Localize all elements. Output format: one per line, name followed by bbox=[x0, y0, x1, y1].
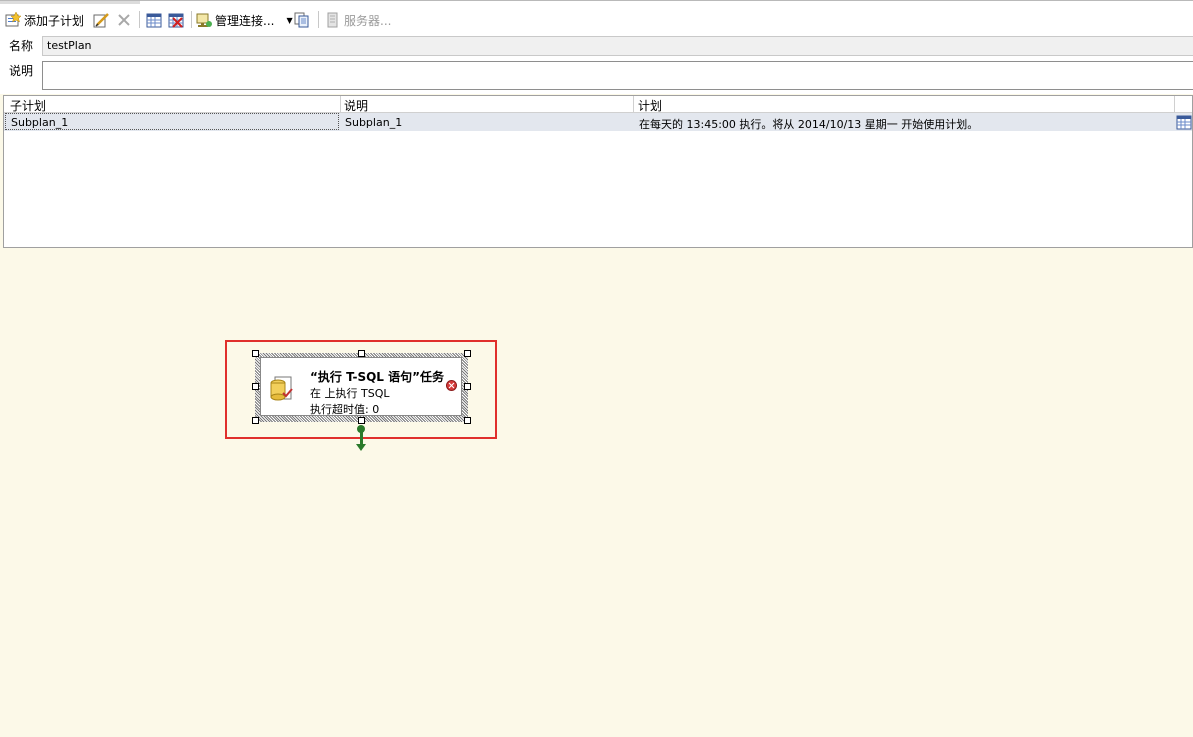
column-header-description[interactable]: 说明 bbox=[344, 97, 368, 114]
delete-icon bbox=[116, 12, 132, 28]
calendar-icon bbox=[146, 12, 162, 28]
column-header-schedule[interactable]: 计划 bbox=[638, 97, 662, 114]
toolbar: 添加子计划 管理连接... ▼ 服务器... bbox=[0, 0, 1193, 38]
add-subplan-button[interactable]: 添加子计划 bbox=[5, 10, 84, 30]
resize-handle[interactable] bbox=[252, 350, 259, 357]
servers-icon bbox=[325, 12, 341, 28]
toolbar-separator bbox=[191, 11, 192, 28]
column-header-subplan[interactable]: 子计划 bbox=[10, 97, 46, 114]
tsql-task-icon bbox=[267, 375, 297, 406]
resize-handle[interactable] bbox=[464, 417, 471, 424]
task-body[interactable]: “执行 T-SQL 语句”任务 在 上执行 TSQL 执行超时值: 0 bbox=[260, 357, 462, 416]
server-connection-icon bbox=[196, 12, 212, 28]
description-field[interactable] bbox=[42, 61, 1193, 90]
cell-description[interactable]: Subplan_1 bbox=[345, 116, 402, 129]
toolbar-separator bbox=[139, 11, 140, 28]
chevron-down-icon[interactable]: ▼ bbox=[286, 16, 292, 25]
tab-strip bbox=[0, 1, 140, 4]
calendar-icon bbox=[1176, 114, 1192, 130]
remove-schedule-button[interactable] bbox=[168, 10, 184, 30]
cell-schedule[interactable]: 在每天的 13:45:00 执行。将从 2014/10/13 星期一 开始使用计… bbox=[639, 116, 978, 132]
toolbar-separator bbox=[318, 11, 319, 28]
edit-icon bbox=[93, 12, 109, 28]
subplan-grid[interactable]: 子计划 说明 计划 Subplan_1 Subplan_1 在每天的 13:45… bbox=[3, 95, 1193, 248]
subplan-schedule-button[interactable] bbox=[146, 10, 162, 30]
edit-subplan-button[interactable] bbox=[93, 10, 109, 30]
name-field[interactable]: testPlan bbox=[42, 36, 1193, 56]
manage-connections-button[interactable]: 管理连接... ▼ bbox=[196, 10, 293, 30]
add-subplan-label: 添加子计划 bbox=[24, 13, 85, 28]
servers-label: 服务器... bbox=[344, 13, 392, 28]
manage-connections-label: 管理连接... bbox=[215, 13, 275, 28]
resize-handle[interactable] bbox=[252, 383, 259, 390]
arrow-down-icon[interactable] bbox=[356, 444, 366, 451]
resize-handle[interactable] bbox=[252, 417, 259, 424]
add-subplan-icon bbox=[5, 11, 22, 28]
resize-handle[interactable] bbox=[358, 350, 365, 357]
designer-surface[interactable] bbox=[0, 250, 1193, 737]
name-value: testPlan bbox=[47, 39, 92, 52]
calendar-delete-icon bbox=[168, 12, 184, 28]
task-connection-text: 在 上执行 TSQL bbox=[310, 387, 390, 400]
resize-handle[interactable] bbox=[358, 417, 365, 424]
grid-header: 子计划 说明 计划 bbox=[4, 96, 1192, 113]
resize-handle[interactable] bbox=[464, 383, 471, 390]
column-divider[interactable] bbox=[633, 96, 634, 112]
column-divider[interactable] bbox=[340, 96, 341, 112]
description-label: 说明 bbox=[9, 64, 34, 78]
table-row[interactable]: Subplan_1 Subplan_1 在每天的 13:45:00 执行。将从 … bbox=[4, 113, 1192, 131]
task-title: “执行 T-SQL 语句”任务 bbox=[310, 370, 445, 384]
report-options-button[interactable] bbox=[294, 10, 310, 30]
resize-handle[interactable] bbox=[464, 350, 471, 357]
cell-subplan[interactable]: Subplan_1 bbox=[11, 116, 68, 129]
task-timeout-text: 执行超时值: 0 bbox=[310, 403, 380, 416]
servers-button[interactable]: 服务器... bbox=[325, 10, 391, 30]
delete-subplan-button[interactable] bbox=[116, 10, 132, 30]
document-copy-icon bbox=[294, 12, 310, 28]
schedule-calendar-button[interactable] bbox=[1176, 114, 1192, 133]
precedence-connector[interactable] bbox=[360, 427, 363, 445]
name-label: 名称 bbox=[9, 39, 34, 53]
execute-tsql-task[interactable]: “执行 T-SQL 语句”任务 在 上执行 TSQL 执行超时值: 0 bbox=[255, 353, 468, 422]
column-divider[interactable] bbox=[1174, 96, 1175, 112]
error-icon[interactable] bbox=[446, 380, 457, 391]
